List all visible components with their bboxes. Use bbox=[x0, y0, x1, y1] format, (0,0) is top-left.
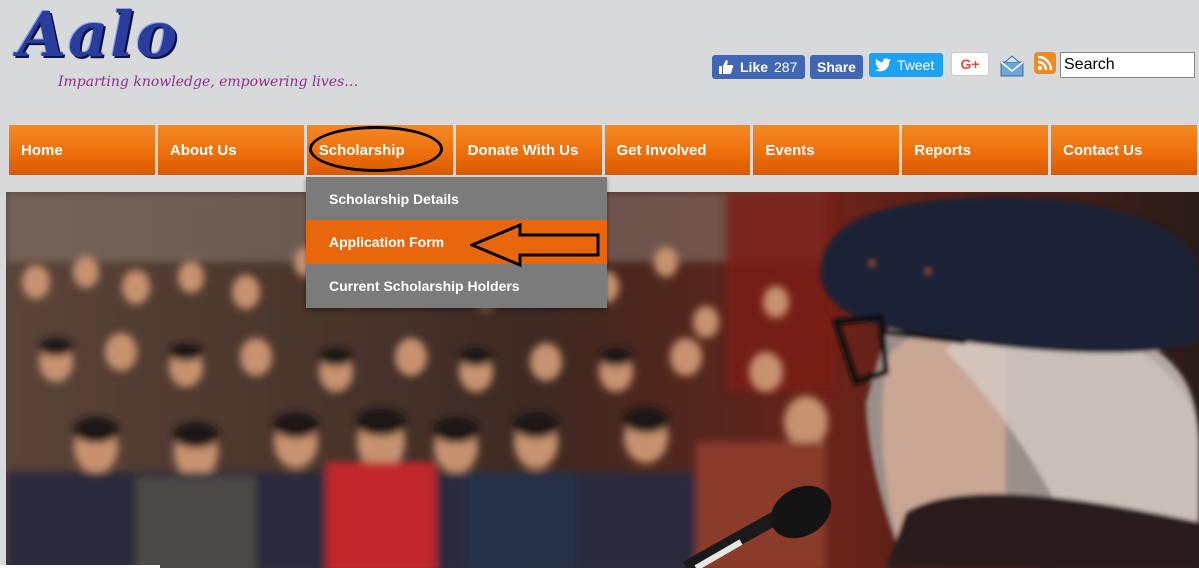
main-nav: Home About Us Scholarship Donate With Us… bbox=[9, 125, 1197, 175]
menu-item-application-form[interactable]: Application Form bbox=[306, 220, 607, 264]
menu-item-label: Application Form bbox=[329, 234, 445, 250]
nav-item-contact-us[interactable]: Contact Us bbox=[1051, 125, 1197, 175]
tweet-label: Tweet bbox=[897, 57, 935, 73]
facebook-share-button[interactable]: Share bbox=[810, 55, 863, 79]
scholarship-dropdown-menu: Scholarship Details Application Form Cur… bbox=[306, 177, 607, 308]
google-plus-button[interactable]: G+ bbox=[951, 52, 989, 76]
facebook-like-button[interactable]: Like 287 bbox=[712, 55, 805, 79]
facebook-like-count: 287 bbox=[774, 59, 798, 75]
menu-item-label: Scholarship Details bbox=[329, 190, 459, 207]
logo-tagline: Imparting knowledge, empowering lives… bbox=[58, 74, 359, 90]
logo-title: Aalo bbox=[18, 0, 180, 71]
nav-item-label: Scholarship bbox=[318, 141, 405, 159]
menu-item-label: Current Scholarship Holders bbox=[329, 278, 520, 294]
nav-item-label: Contact Us bbox=[1063, 141, 1143, 159]
mail-icon[interactable] bbox=[999, 54, 1025, 80]
nav-item-events[interactable]: Events bbox=[753, 125, 900, 175]
nav-item-label: Reports bbox=[914, 141, 971, 159]
nav-item-label: Donate With Us bbox=[467, 141, 579, 159]
page: Aalo Imparting knowledge, empowering liv… bbox=[0, 0, 1199, 568]
menu-item-current-scholarship-holders[interactable]: Current Scholarship Holders bbox=[306, 264, 607, 308]
nav-item-reports[interactable]: Reports bbox=[902, 125, 1049, 175]
nav-item-about-us[interactable]: About Us bbox=[157, 125, 304, 175]
search-input[interactable] bbox=[1060, 52, 1195, 78]
nav-item-donate-with-us[interactable]: Donate With Us bbox=[455, 125, 602, 175]
nav-item-home[interactable]: Home bbox=[9, 125, 155, 175]
nav-item-label: Get Involved bbox=[616, 141, 707, 159]
thumbs-up-icon bbox=[719, 60, 734, 74]
nav-item-label: Events bbox=[765, 141, 815, 159]
nav-item-scholarship[interactable]: Scholarship bbox=[306, 125, 453, 175]
tweet-button[interactable]: Tweet bbox=[869, 53, 943, 77]
facebook-like-label: Like bbox=[740, 59, 769, 75]
nav-item-label: About Us bbox=[169, 141, 237, 159]
site-logo[interactable]: Aalo Imparting knowledge, empowering liv… bbox=[12, 4, 358, 100]
nav-item-label: Home bbox=[21, 141, 63, 159]
rss-icon[interactable] bbox=[1034, 52, 1056, 74]
twitter-bird-icon bbox=[875, 58, 891, 72]
nav-item-get-involved[interactable]: Get Involved bbox=[604, 125, 751, 175]
menu-item-scholarship-details[interactable]: Scholarship Details bbox=[306, 177, 607, 220]
